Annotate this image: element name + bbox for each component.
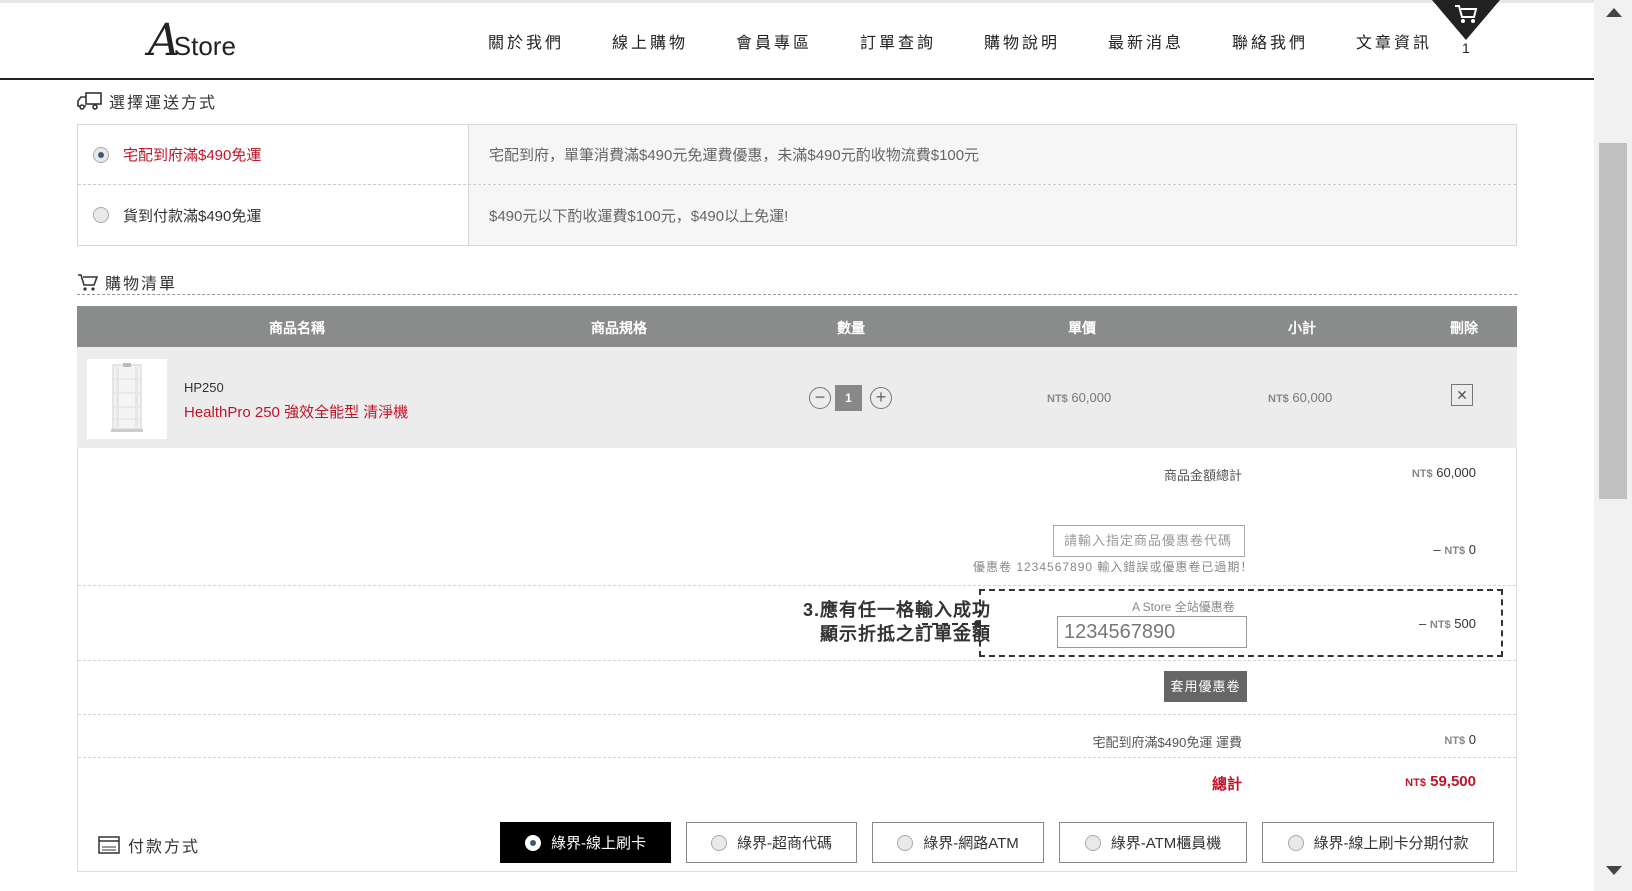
payment-option-atm[interactable]: 綠界-ATM櫃員機: [1059, 822, 1247, 863]
nav-item-news[interactable]: 最新消息: [1108, 29, 1232, 53]
payment-option-label: 綠界-線上刷卡: [551, 835, 646, 852]
col-product-name: 商品名稱: [269, 320, 325, 336]
shipping-fee-label: 宅配到府滿$490免運 運費: [1092, 735, 1242, 750]
cart-count: 1: [1462, 40, 1470, 56]
scroll-up-arrow-icon[interactable]: [1606, 8, 1622, 17]
divider: [78, 585, 1516, 586]
goods-total-label: 商品金額總計: [1163, 468, 1242, 483]
product-sku: HP250: [184, 380, 224, 395]
col-spec: 商品規格: [591, 320, 647, 336]
site-coupon-label: A Store 全站優惠卷: [1132, 600, 1235, 614]
radio-unselected[interactable]: [93, 207, 109, 223]
radio-unselected: [711, 834, 727, 851]
payment-option-label: 綠界-網路ATM: [923, 835, 1019, 852]
scrollbar[interactable]: [1594, 0, 1632, 891]
col-delete: 刪除: [1450, 320, 1478, 336]
radio-unselected: [1287, 834, 1304, 851]
radio-unselected: [897, 834, 914, 851]
product-coupon-discount: – NT$ 0: [1433, 542, 1477, 557]
apply-coupon-button[interactable]: 套用優惠卷: [1164, 671, 1247, 702]
nav-item-shopping-guide[interactable]: 購物說明: [984, 29, 1108, 53]
payment-option-label: 綠界-ATM櫃員機: [1110, 835, 1222, 852]
cart-table-header: 商品名稱 商品規格 數量 單價 小計 刪除: [77, 306, 1517, 347]
col-subtotal: 小計: [1288, 320, 1316, 336]
scroll-down-arrow-icon[interactable]: [1606, 866, 1622, 875]
payment-option-credit-card[interactable]: 綠界-線上刷卡: [500, 822, 671, 863]
cart-icon[interactable]: [1453, 3, 1479, 25]
shipping-option-cod[interactable]: 貨到付款滿$490免運 $490元以下酌收運費$100元，$490以上免運!: [78, 185, 1516, 245]
qty-value[interactable]: 1: [835, 385, 862, 411]
unit-price: NT$ 60,000: [1047, 390, 1112, 405]
site-coupon-discount: – NT$ 500: [1419, 616, 1476, 631]
payment-option-label: 綠界-超商代碼: [737, 835, 832, 852]
payment-option-installment[interactable]: 綠界-線上刷卡分期付款: [1262, 822, 1494, 863]
payment-option-cvs-code[interactable]: 綠界-超商代碼: [686, 822, 857, 863]
nav-item-contact[interactable]: 聯絡我們: [1232, 29, 1356, 53]
shipping-option-label: 宅配到府滿$490免運: [123, 147, 262, 164]
order-summary: 商品金額總計 NT$ 60,000 請輸入指定商品優惠卷代碼 優惠卷 12345…: [77, 448, 1517, 872]
annotation-pointer: [922, 623, 978, 625]
product-coupon-input[interactable]: 請輸入指定商品優惠卷代碼: [1053, 525, 1245, 557]
qty-increase-button[interactable]: +: [870, 387, 892, 409]
table-row: HP250 HealthPro 250 強效全能型 清淨機 − 1 + NT$ …: [77, 347, 1517, 448]
shopping-cart-icon: [78, 274, 99, 291]
payment-option-label: 綠界-線上刷卡分期付款: [1313, 835, 1469, 852]
shipping-options: 宅配到府滿$490免運 宅配到府，單筆消費滿$490元免運費優惠，未滿$490元…: [77, 124, 1517, 246]
qty-decrease-button[interactable]: −: [809, 387, 831, 409]
shipping-title-text: 選擇運送方式: [109, 95, 218, 112]
radio-selected[interactable]: [93, 146, 109, 163]
goods-total-value: NT$ 60,000: [1411, 465, 1476, 480]
divider: [78, 757, 1516, 758]
nav-item-about[interactable]: 關於我們: [488, 29, 612, 53]
total-value: NT$ 59,500: [1405, 773, 1476, 790]
main-nav: 關於我們 線上購物 會員專區 訂單查詢 購物說明 最新消息 聯絡我們 文章資訊: [488, 29, 1480, 53]
radio-unselected: [1084, 834, 1101, 851]
shipping-option-home[interactable]: 宅配到府滿$490免運 宅配到府，單筆消費滿$490元免運費優惠，未滿$490元…: [78, 125, 1516, 185]
coupon-error-message: 優惠卷 1234567890 輸入錯誤或優惠卷已過期！: [973, 560, 1254, 574]
product-name-link[interactable]: HealthPro 250 強效全能型 清淨機: [184, 401, 408, 422]
payment-title-text: 付款方式: [128, 839, 201, 856]
product-image[interactable]: [87, 359, 167, 439]
shipping-option-desc: $490元以下酌收運費$100元，$490以上免運!: [468, 185, 1516, 245]
truck-icon: [77, 92, 102, 110]
shipping-option-label: 貨到付款滿$490免運: [123, 207, 262, 225]
site-header: A Store 關於我們 線上購物 會員專區 訂單查詢 購物說明 最新消息 聯絡…: [0, 3, 1594, 80]
col-qty: 數量: [837, 320, 865, 336]
radio-selected: [525, 834, 541, 851]
logo[interactable]: A Store: [148, 17, 236, 63]
logo-text: Store: [173, 31, 236, 61]
cart-title-text: 購物清單: [105, 276, 178, 293]
payment-card-icon: [98, 836, 120, 854]
payment-section-title: 付款方式: [98, 833, 200, 857]
divider: [78, 714, 1516, 715]
shipping-option-desc: 宅配到府，單筆消費滿$490元免運費優惠，未滿$490元酌收物流費$100元: [468, 125, 1516, 184]
divider: [77, 294, 1517, 295]
nav-item-member[interactable]: 會員專區: [736, 29, 860, 53]
nav-item-shop[interactable]: 線上購物: [612, 29, 736, 53]
annotation-note: 3.應有任一格輸入成功 顯示折抵之訂單金額: [802, 600, 991, 644]
air-purifier-image: [111, 363, 143, 432]
shipping-fee-value: NT$ 0: [1444, 732, 1476, 747]
scroll-thumb[interactable]: [1599, 143, 1627, 499]
nav-item-order-query[interactable]: 訂單查詢: [860, 29, 984, 53]
divider: [78, 871, 1516, 872]
divider: [78, 660, 1516, 661]
subtotal-price: NT$ 60,000: [1268, 390, 1333, 405]
total-label: 總計: [1211, 776, 1242, 793]
delete-item-button[interactable]: ✕: [1451, 384, 1473, 406]
col-unit-price: 單價: [1068, 320, 1096, 336]
payment-option-web-atm[interactable]: 綠界-網路ATM: [872, 822, 1044, 863]
shipping-section-title: 選擇運送方式: [77, 89, 217, 113]
cart-section-title: 購物清單: [77, 270, 177, 294]
site-coupon-input[interactable]: 1234567890: [1057, 616, 1247, 648]
